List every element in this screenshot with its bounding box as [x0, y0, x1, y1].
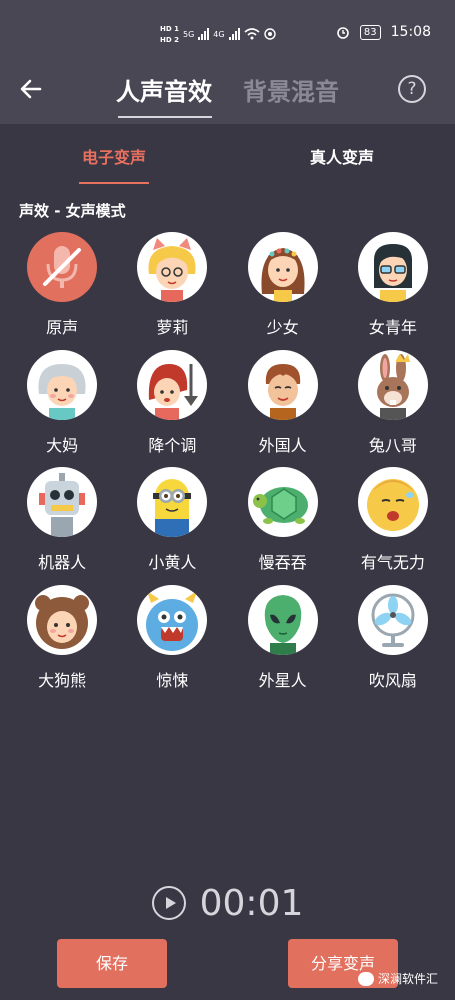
effect-label: 兔八哥: [368, 435, 417, 455]
effect-label: 大妈: [46, 435, 79, 455]
monster-icon: [137, 584, 208, 655]
subtab-electronic[interactable]: 电子变声: [0, 144, 228, 168]
signal-icon-2: [228, 28, 240, 40]
save-button[interactable]: 保存: [57, 939, 167, 988]
effect-bugs-bunny[interactable]: 兔八哥: [338, 349, 448, 468]
effect-label: 有气无力: [360, 553, 425, 572]
robot-icon: [27, 467, 98, 537]
effect-label: 慢吞吞: [258, 553, 307, 572]
tab-voice-effects[interactable]: 人声音效: [116, 72, 212, 107]
watermark: 深澜软件汇: [358, 970, 438, 987]
effect-label: 外国人: [258, 435, 307, 455]
effect-label: 原声: [46, 318, 79, 337]
turtle-icon: [247, 467, 318, 537]
old-lady-icon: [27, 349, 98, 420]
playback-time: 00:01: [199, 882, 304, 924]
electric-fan-icon: [357, 584, 428, 655]
header: 人声音效 背景混音 ?: [0, 62, 455, 124]
microphone-muted-icon: [27, 232, 98, 302]
effect-label: 大狗熊: [38, 670, 87, 690]
signal-icon: [198, 28, 210, 40]
tab-background-mix[interactable]: 背景混音: [243, 72, 339, 107]
effect-bear[interactable]: 大狗熊: [7, 584, 117, 703]
notification-icon: [263, 28, 276, 40]
effect-young-girl[interactable]: 少女: [228, 232, 338, 350]
effect-label: 吹风扇: [368, 670, 417, 690]
effect-label: 降个调: [148, 435, 197, 455]
effect-label: 萝莉: [156, 318, 189, 337]
effect-young-woman[interactable]: 女青年: [338, 232, 448, 350]
effect-minion[interactable]: 小黄人: [117, 467, 227, 585]
yawning-face-icon: [357, 467, 428, 537]
bunny-king-icon: [357, 349, 428, 420]
alien-icon: [247, 584, 318, 655]
hd1-indicator: HD 1: [160, 24, 179, 33]
section-title: 声效 - 女声模式: [19, 202, 126, 220]
minion-icon: [137, 467, 208, 537]
status-icons-right: 83 15:08: [336, 24, 431, 40]
effect-loli[interactable]: 萝莉: [117, 232, 227, 350]
status-icons-left: HD 1 HD 2 5G 4G: [160, 20, 276, 48]
clock: 15:08: [390, 24, 431, 40]
effect-original[interactable]: 原声: [7, 232, 117, 350]
player-bar: 00:01: [0, 878, 455, 928]
effect-label: 惊悚: [156, 670, 189, 690]
watermark-text: 深澜软件汇: [378, 972, 439, 986]
effect-lower-pitch[interactable]: 降个调: [117, 349, 227, 468]
loli-girl-icon: [137, 232, 208, 302]
subtab-underline: [79, 182, 149, 184]
young-girl-icon: [247, 232, 318, 302]
help-button[interactable]: ?: [398, 75, 426, 103]
wechat-icon: [358, 971, 374, 986]
effect-auntie[interactable]: 大妈: [7, 349, 117, 468]
effect-weak[interactable]: 有气无力: [338, 467, 448, 585]
young-woman-glasses-icon: [357, 232, 428, 302]
status-bar: HD 1 HD 2 5G 4G 83 15:08: [0, 0, 455, 62]
alarm-icon: [337, 27, 349, 39]
network-4g-label: 4G: [213, 29, 225, 39]
lower-pitch-icon: [137, 349, 208, 420]
effect-robot[interactable]: 机器人: [7, 467, 117, 585]
effect-slow[interactable]: 慢吞吞: [228, 467, 338, 585]
effect-fan[interactable]: 吹风扇: [338, 584, 448, 703]
effect-label: 机器人: [38, 553, 87, 572]
subtab-real-person[interactable]: 真人变声: [228, 144, 455, 168]
network-5g-label: 5G: [182, 29, 195, 39]
effect-label: 少女: [266, 318, 299, 337]
effect-label: 女青年: [368, 318, 417, 337]
effect-thriller[interactable]: 惊悚: [117, 584, 227, 703]
battery-indicator: 83: [359, 24, 381, 40]
active-tab-underline: [118, 116, 212, 118]
foreigner-icon: [247, 349, 318, 420]
bear-costume-icon: [27, 584, 98, 655]
hd2-indicator: HD 2: [160, 35, 179, 44]
effect-label: 外星人: [258, 670, 307, 690]
play-icon[interactable]: [151, 886, 186, 920]
back-arrow-icon[interactable]: [18, 76, 44, 102]
wifi-icon: [244, 28, 260, 40]
effects-grid: 原声 萝莉 少女 女青年 大妈 降个调 外国人 兔八哥 机器人 小黄人 慢吞吞 …: [7, 232, 448, 702]
effect-label: 小黄人: [148, 553, 197, 572]
effect-alien[interactable]: 外星人: [228, 584, 338, 703]
effect-foreigner[interactable]: 外国人: [228, 349, 338, 468]
subtab-bar: 电子变声 真人变声: [0, 124, 455, 186]
